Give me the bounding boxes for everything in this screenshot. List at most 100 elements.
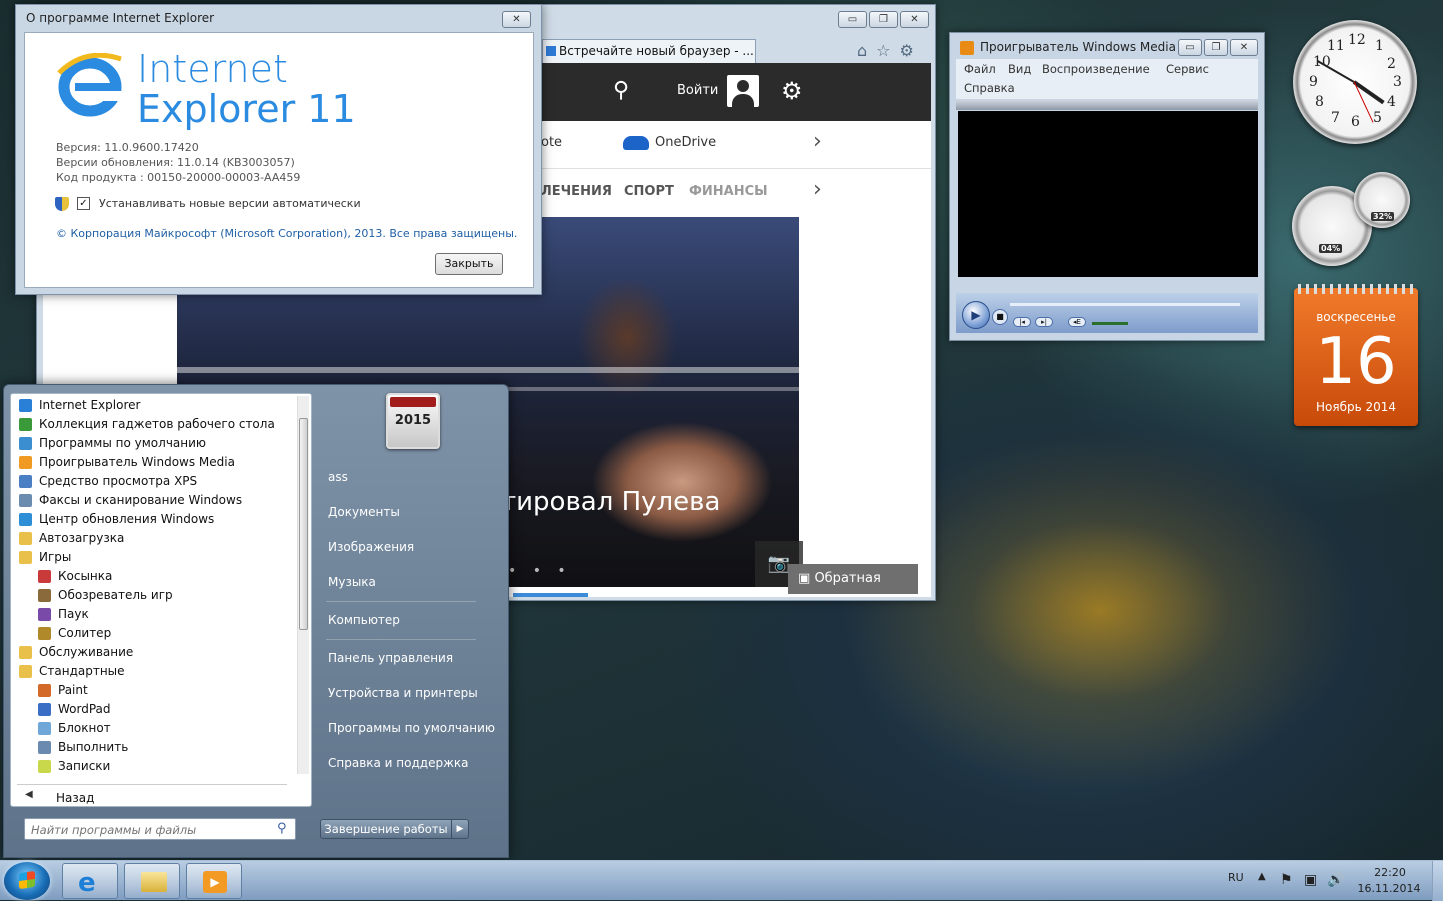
autoupdate-checkbox[interactable]: ✓ bbox=[77, 197, 90, 210]
scrollbar-thumb[interactable] bbox=[299, 418, 308, 630]
search-input[interactable] bbox=[31, 822, 271, 838]
browser-tab-title: Встречайте новый браузер - ... bbox=[559, 44, 754, 58]
wmp-close-button[interactable]: ✕ bbox=[1230, 39, 1258, 56]
next-button[interactable]: ▸| bbox=[1035, 317, 1053, 327]
start-right-pictures[interactable]: Изображения bbox=[328, 540, 414, 554]
close-button[interactable]: Закрыть bbox=[435, 253, 503, 275]
start-right-default-programs[interactable]: Программы по умолчанию bbox=[328, 721, 495, 735]
browser-tab[interactable]: Встречайте новый браузер - ... bbox=[542, 39, 756, 63]
program-list-item[interactable]: Записки bbox=[17, 757, 297, 776]
hero-caption[interactable]: тировал Пулева bbox=[501, 487, 720, 517]
apps-next-chevron-icon[interactable]: › bbox=[813, 129, 822, 154]
nav-tab-sport[interactable]: СПОРТ bbox=[624, 184, 674, 199]
program-list-item[interactable]: Паук bbox=[17, 605, 297, 624]
menu-tools[interactable]: Сервис bbox=[1166, 62, 1209, 76]
program-list-item[interactable]: Солитер bbox=[17, 624, 297, 643]
program-list-item[interactable]: Проигрыватель Windows Media bbox=[17, 453, 297, 472]
menu-view[interactable]: Вид bbox=[1008, 62, 1031, 76]
home-icon[interactable]: ⌂ bbox=[857, 41, 867, 60]
settings-gear-icon[interactable]: ⚙ bbox=[781, 77, 803, 105]
browser-minimize-button[interactable]: ▭ bbox=[838, 11, 867, 28]
stop-button[interactable]: ■ bbox=[992, 309, 1008, 325]
program-list-item[interactable]: Блокнот bbox=[17, 719, 297, 738]
menu-help[interactable]: Справка bbox=[964, 81, 1015, 95]
mute-button[interactable]: ◂E bbox=[1068, 317, 1086, 327]
browser-close-button[interactable]: ✕ bbox=[900, 11, 929, 28]
start-right-devices[interactable]: Устройства и принтеры bbox=[328, 686, 478, 700]
taskbar-explorer-button[interactable] bbox=[124, 863, 180, 899]
login-link[interactable]: Войти bbox=[677, 83, 718, 98]
program-list-item[interactable]: Косынка bbox=[17, 567, 297, 586]
menu-file[interactable]: Файл bbox=[964, 62, 996, 76]
wmp-maximize-button[interactable]: ❐ bbox=[1204, 39, 1228, 56]
search-icon[interactable]: ⚲ bbox=[277, 821, 287, 836]
program-list-item[interactable]: Игры bbox=[17, 548, 297, 567]
program-list-item[interactable]: Факсы и сканирование Windows bbox=[17, 491, 297, 510]
star-icon[interactable]: ☆ bbox=[876, 41, 890, 60]
app-link-onedrive[interactable]: OneDrive bbox=[655, 135, 716, 150]
program-list-item[interactable]: Стандартные bbox=[17, 662, 297, 681]
network-icon[interactable]: ▣ bbox=[1304, 872, 1317, 888]
volume-slider[interactable] bbox=[1092, 322, 1128, 325]
seek-bar[interactable] bbox=[1010, 303, 1240, 306]
taskbar-media-player-button[interactable]: ▶ bbox=[186, 863, 242, 899]
nav-next-chevron-icon[interactable]: › bbox=[813, 177, 822, 202]
hero-pagination-dots[interactable]: • • • bbox=[508, 563, 572, 579]
program-label: Обозреватель игр bbox=[58, 588, 173, 602]
app-link-onenote[interactable]: ote bbox=[541, 135, 562, 150]
gear-icon[interactable]: ⚙ bbox=[900, 41, 914, 60]
clock-gadget[interactable]: 12 1 2 3 4 5 6 7 8 9 10 11 bbox=[1293, 20, 1417, 144]
menu-playback[interactable]: Воспроизведение bbox=[1042, 62, 1150, 76]
cpu-meter-gadget[interactable]: 04% 32% bbox=[1292, 172, 1418, 266]
browser-maximize-button[interactable]: ❐ bbox=[869, 11, 898, 28]
previous-button[interactable]: |◂ bbox=[1013, 317, 1031, 327]
copyright-link[interactable]: © Корпорация Майкрософт (Microsoft Corpo… bbox=[56, 227, 517, 240]
program-list-item[interactable]: Internet Explorer bbox=[17, 396, 297, 415]
program-list-item[interactable]: Paint bbox=[17, 681, 297, 700]
user-picture[interactable]: 2015 bbox=[386, 393, 440, 449]
clock-time[interactable]: 22:20 bbox=[1362, 866, 1418, 879]
start-right-help[interactable]: Справка и поддержка bbox=[328, 756, 469, 770]
shutdown-options-arrow-icon[interactable]: ▶ bbox=[451, 819, 469, 839]
program-icon bbox=[19, 551, 32, 564]
program-list-item[interactable]: Обслуживание bbox=[17, 643, 297, 662]
avatar-icon[interactable] bbox=[727, 75, 759, 107]
wmp-minimize-button[interactable]: ▭ bbox=[1178, 39, 1202, 56]
wmp-switch-strip[interactable] bbox=[956, 100, 1258, 110]
program-list-item[interactable]: Автозагрузка bbox=[17, 529, 297, 548]
start-right-user[interactable]: ass bbox=[328, 470, 348, 484]
back-arrow-icon[interactable]: ◀ bbox=[25, 789, 33, 800]
taskbar-ie-button[interactable]: e bbox=[62, 863, 118, 899]
program-list-item[interactable]: Центр обновления Windows bbox=[17, 510, 297, 529]
nav-tab-entertainment[interactable]: ЛЕЧЕНИЯ bbox=[541, 184, 612, 199]
start-search-box[interactable]: ⚲ bbox=[24, 818, 296, 840]
program-list-item[interactable]: Коллекция гаджетов рабочего стола bbox=[17, 415, 297, 434]
start-right-documents[interactable]: Документы bbox=[328, 505, 400, 519]
video-area[interactable] bbox=[958, 111, 1258, 277]
programs-scrollbar[interactable] bbox=[297, 396, 309, 774]
language-indicator[interactable]: RU bbox=[1228, 871, 1244, 884]
volume-icon[interactable]: 🔊 bbox=[1327, 872, 1344, 888]
start-right-music[interactable]: Музыка bbox=[328, 575, 376, 589]
program-list-item[interactable]: Выполнить bbox=[17, 738, 297, 757]
program-list-item[interactable]: WordPad bbox=[17, 700, 297, 719]
about-close-x-button[interactable]: ✕ bbox=[502, 11, 531, 28]
nav-tab-finance[interactable]: ФИНАНСЫ bbox=[689, 184, 768, 199]
action-center-flag-icon[interactable]: ⚑ bbox=[1280, 872, 1293, 888]
play-button[interactable]: ▶ bbox=[962, 301, 990, 329]
clock-date[interactable]: 16.11.2014 bbox=[1356, 882, 1422, 895]
start-button[interactable] bbox=[4, 862, 50, 900]
program-list-item[interactable]: Программы по умолчанию bbox=[17, 434, 297, 453]
calendar-gadget[interactable]: воскресенье 16 Ноябрь 2014 bbox=[1294, 284, 1418, 426]
back-button[interactable]: Назад bbox=[56, 791, 94, 805]
show-hidden-icons-arrow-icon[interactable]: ▲ bbox=[1258, 871, 1266, 882]
shutdown-button[interactable]: Завершение работы bbox=[320, 819, 452, 839]
program-list-item[interactable]: Средство просмотра XPS bbox=[17, 472, 297, 491]
show-desktop-button[interactable] bbox=[1432, 861, 1443, 901]
start-right-computer[interactable]: Компьютер bbox=[328, 613, 400, 627]
search-icon[interactable]: ⚲ bbox=[613, 78, 629, 103]
feedback-button[interactable]: ▣ Обратная связь bbox=[788, 564, 918, 594]
program-icon bbox=[38, 722, 51, 735]
start-right-control-panel[interactable]: Панель управления bbox=[328, 651, 453, 665]
program-list-item[interactable]: Обозреватель игр bbox=[17, 586, 297, 605]
